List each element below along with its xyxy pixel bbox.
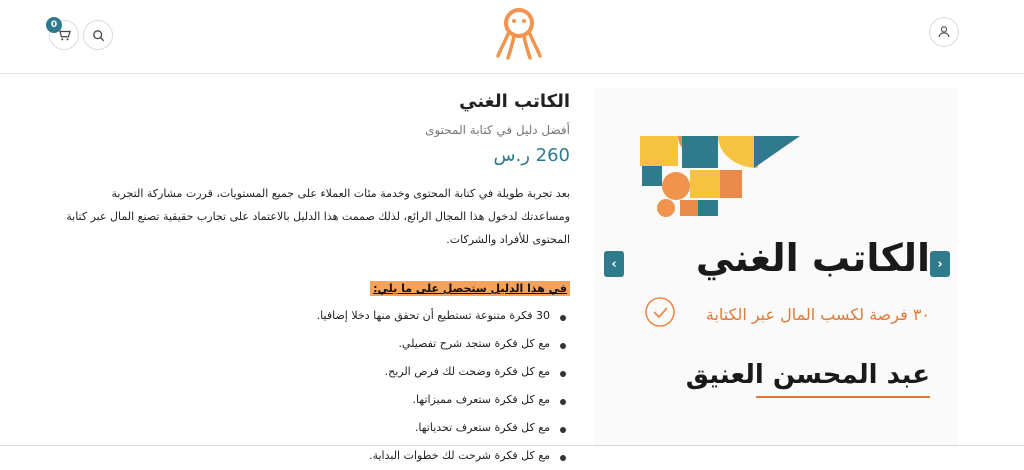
cover-subtitle: ٣٠ فرصة لكسب المال عبر الكتابة: [705, 305, 930, 324]
product-price: 260 ر.س: [493, 145, 570, 166]
product-subtitle: أفضل دليل في كتابة المحتوى: [425, 123, 570, 137]
product-title: الكاتب الغني: [459, 91, 570, 112]
user-icon: [938, 26, 950, 38]
chevron-left-icon: ‹: [611, 256, 617, 272]
octopus-logo[interactable]: [496, 6, 542, 60]
cover-author: عبد المحسن العنيق: [685, 360, 930, 390]
image-prev-button[interactable]: ‹: [604, 251, 624, 277]
site-header: 0: [0, 0, 1024, 74]
cover-title: الكاتب الغني: [695, 236, 930, 280]
chevron-right-icon: ›: [937, 256, 943, 272]
feature-item: مع كل فكرة ستعرف مميزاتها.: [60, 386, 570, 414]
product-description: بعد تجربة طويلة في كتابة المحتوى وخدمة م…: [66, 187, 570, 246]
feature-item: مع كل فكرة وضحت لك فرص الربح.: [60, 358, 570, 386]
feature-item: 30 فكرة متنوعة تستطيع أن تحقق منها دخلا …: [60, 302, 570, 330]
feature-item: مع كل فكرة ستجد شرح تفصيلي.: [60, 330, 570, 358]
cart-count-badge: 0: [46, 17, 62, 33]
search-icon: [92, 29, 104, 41]
image-next-button[interactable]: ›: [930, 251, 950, 277]
search-button[interactable]: [83, 20, 113, 50]
cover-author-underline: [756, 396, 930, 398]
product-details: الكاتب الغني أفضل دليل في كتابة المحتوى …: [60, 90, 570, 470]
bottom-bar: [0, 445, 1024, 450]
account-button[interactable]: [929, 17, 959, 47]
features-heading: في هذا الدليل ستحصل على ما يلي:: [370, 281, 570, 296]
product-image[interactable]: الكاتب الغني ٣٠ فرصة لكسب المال عبر الكت…: [594, 88, 958, 450]
feature-item: مع كل فكرة ستعرف تحدياتها.: [60, 414, 570, 442]
